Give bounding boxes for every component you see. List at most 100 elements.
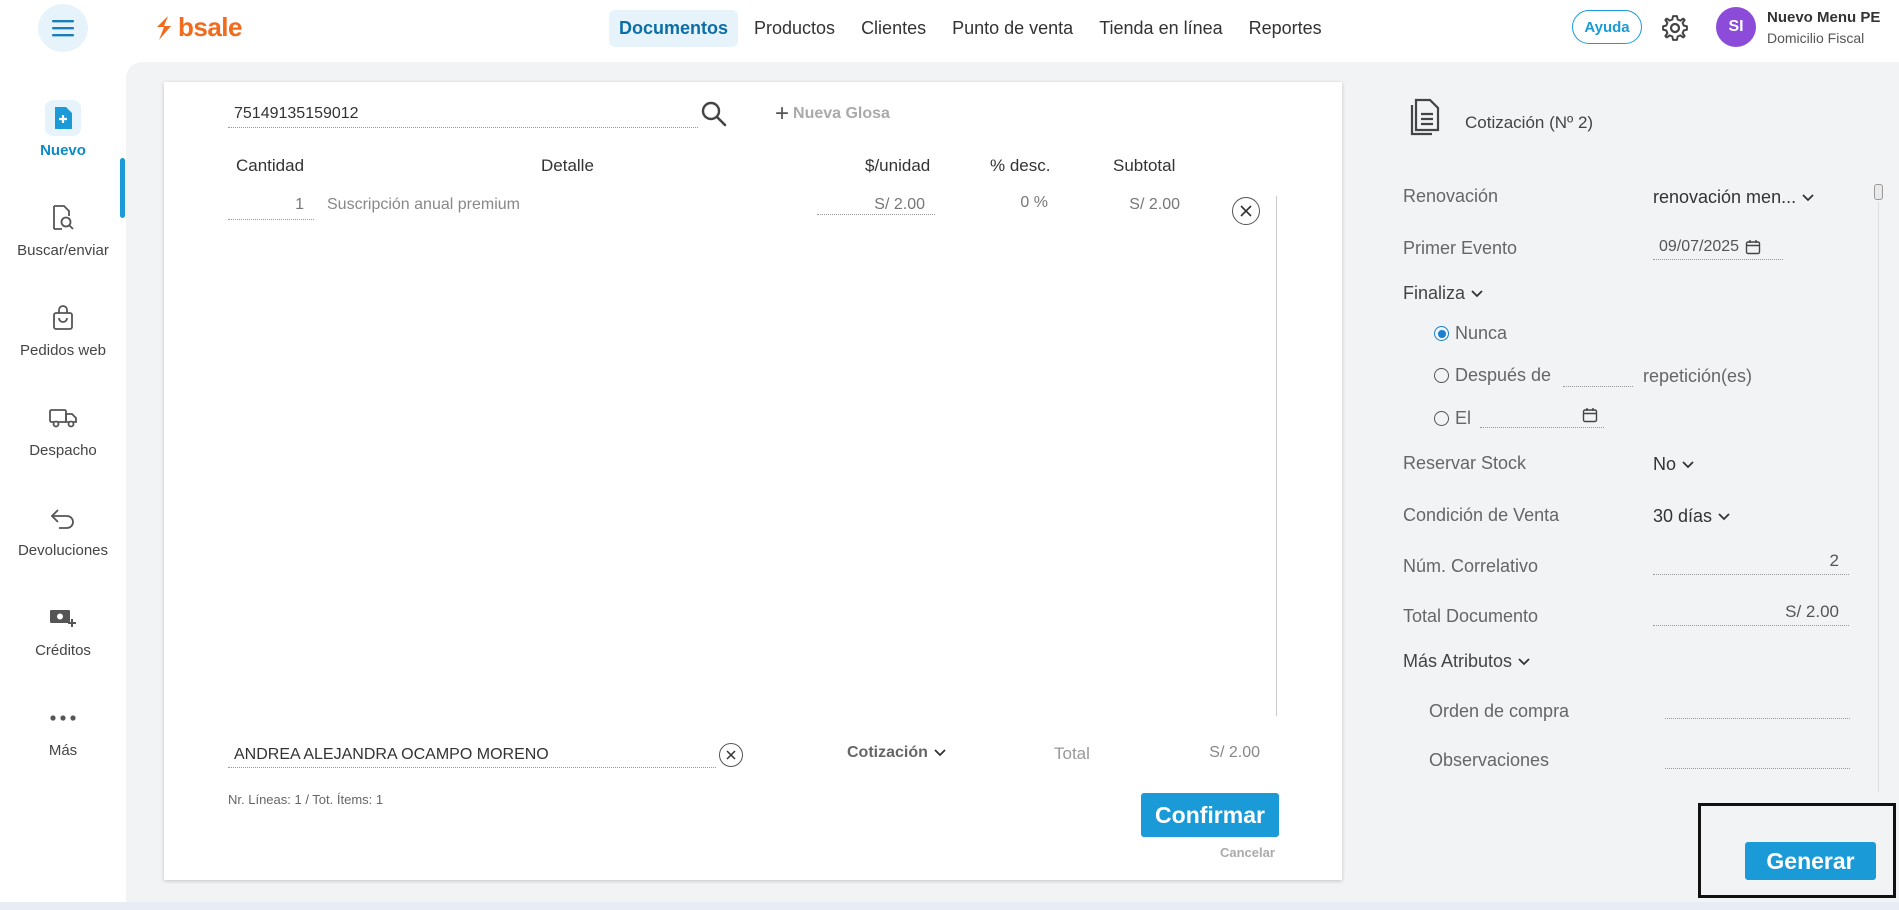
sidebar-item-label: Pedidos web [20, 342, 106, 359]
bottom-strip [0, 902, 1899, 910]
renovacion-value: renovación men... [1653, 187, 1797, 207]
generate-button[interactable]: Generar [1745, 842, 1876, 880]
nav-punto-de-venta[interactable]: Punto de venta [942, 10, 1083, 47]
bsale-logo-icon [157, 15, 171, 40]
truck-icon [45, 400, 81, 436]
close-icon [726, 750, 736, 760]
reservar-stock-label: Reservar Stock [1403, 453, 1527, 473]
remove-row-button[interactable] [1232, 197, 1260, 225]
chevron-down-icon [1718, 512, 1730, 520]
nav-documentos[interactable]: Documentos [609, 10, 739, 47]
user-name[interactable]: Nuevo Menu PE [1767, 9, 1880, 26]
column-header-unit-price: $/unidad [865, 156, 931, 175]
calendar-icon [1745, 239, 1761, 254]
radio-button-checked [1434, 326, 1449, 341]
new-glosa-button[interactable]: + Nueva Glosa [775, 102, 890, 126]
sidebar-item-label: Devoluciones [17, 542, 109, 559]
sidebar-item-label: Buscar/enviar [17, 242, 109, 259]
calendar-icon [1582, 408, 1598, 423]
mas-atributos-toggle[interactable]: Más Atributos [1403, 651, 1530, 672]
cancel-link[interactable]: Cancelar [1220, 845, 1275, 860]
sidebar: Nuevo Buscar/enviar Pedidos web Despacho [0, 56, 126, 910]
chevron-down-icon [1802, 193, 1814, 201]
table-scroll-divider [1276, 196, 1277, 716]
radio-despues-de[interactable]: Después de [1434, 365, 1551, 386]
total-label: Total [1054, 744, 1090, 763]
end-date-input[interactable] [1480, 404, 1604, 428]
sidebar-item-despacho[interactable]: Despacho [0, 400, 126, 459]
primer-evento-date-input[interactable]: 09/07/2025 [1653, 234, 1783, 260]
sidebar-item-devoluciones[interactable]: Devoluciones [0, 500, 126, 559]
shopping-bag-icon [45, 300, 81, 336]
sidebar-item-label: Nuevo [40, 142, 86, 159]
document-type-label: Cotización [847, 744, 928, 761]
primer-evento-label: Primer Evento [1403, 238, 1518, 258]
radio-despues-label: Después de [1455, 365, 1552, 385]
row-discount[interactable]: 0 % [990, 194, 1048, 212]
top-bar: bsale Documentos Productos Clientes Punt… [0, 0, 1899, 56]
bsale-logo[interactable]: bsale [154, 12, 243, 43]
total-value: S/ 2.00 [1209, 744, 1260, 761]
nav-reportes[interactable]: Reportes [1239, 10, 1332, 47]
document-type-select[interactable]: Cotización [847, 744, 946, 762]
clear-client-button[interactable] [719, 743, 743, 767]
radio-el[interactable]: El [1434, 408, 1471, 429]
renovacion-select[interactable]: renovación men... [1653, 187, 1814, 208]
new-glosa-label: Nueva Glosa [793, 105, 890, 122]
avatar[interactable]: SI [1716, 7, 1756, 47]
column-header-qty: Cantidad [236, 156, 305, 175]
reservar-stock-select[interactable]: No [1653, 454, 1694, 475]
condicion-venta-label: Condición de Venta [1403, 505, 1560, 525]
chevron-down-icon [1682, 460, 1694, 468]
product-search-input[interactable] [228, 100, 698, 128]
finaliza-label: Finaliza [1403, 283, 1466, 303]
row-detail[interactable]: Suscripción anual premium [327, 196, 520, 214]
close-icon [1240, 205, 1252, 217]
app-root: bsale Documentos Productos Clientes Punt… [0, 0, 1899, 910]
gear-icon[interactable] [1660, 13, 1690, 43]
column-header-detail: Detalle [541, 156, 594, 175]
total-documento-label: Total Documento [1403, 606, 1539, 626]
sidebar-item-label: Despacho [29, 442, 97, 459]
hamburger-menu-button[interactable] [38, 4, 88, 52]
client-input[interactable] [228, 742, 716, 768]
finaliza-toggle[interactable]: Finaliza [1403, 283, 1483, 304]
row-qty-input[interactable]: 1 [228, 196, 314, 220]
sidebar-item-mas[interactable]: Más [0, 700, 126, 759]
panel-scrollbar-track[interactable] [1878, 202, 1879, 792]
sidebar-item-nuevo[interactable]: Nuevo [0, 100, 126, 159]
orden-compra-label: Orden de compra [1429, 701, 1570, 721]
repetitions-input[interactable] [1563, 363, 1633, 387]
confirm-button[interactable]: Confirmar [1141, 793, 1279, 837]
radio-el-label: El [1455, 408, 1472, 428]
radio-nunca[interactable]: Nunca [1434, 323, 1507, 344]
row-unit-price-input[interactable]: S/ 2.00 [817, 196, 935, 215]
nav-clientes[interactable]: Clientes [851, 10, 936, 47]
column-header-subtotal: Subtotal [1113, 156, 1176, 175]
correlativo-label: Núm. Correlativo [1403, 556, 1539, 576]
mas-atributos-label: Más Atributos [1403, 651, 1513, 671]
search-icon[interactable] [700, 100, 728, 128]
condicion-venta-select[interactable]: 30 días [1653, 506, 1730, 527]
nav-tienda-en-linea[interactable]: Tienda en línea [1089, 10, 1232, 47]
panel-scrollbar-handle[interactable] [1874, 184, 1883, 200]
sidebar-item-pedidos-web[interactable]: Pedidos web [0, 300, 126, 359]
more-dots-icon [45, 700, 81, 736]
plus-icon: + [775, 100, 790, 127]
sidebar-item-buscar-enviar[interactable]: Buscar/enviar [0, 200, 126, 259]
total-documento-value: S/ 2.00 [1653, 602, 1849, 626]
help-button[interactable]: Ayuda [1572, 10, 1642, 44]
cash-plus-icon [45, 600, 81, 636]
sidebar-item-creditos[interactable]: Créditos [0, 600, 126, 659]
sidebar-item-label: Más [48, 742, 78, 759]
chevron-down-icon [1518, 657, 1530, 665]
correlativo-input[interactable]: 2 [1653, 551, 1849, 575]
orden-compra-input[interactable] [1665, 695, 1850, 719]
radio-button [1434, 411, 1449, 426]
observaciones-input[interactable] [1665, 745, 1850, 769]
observaciones-label: Observaciones [1429, 750, 1550, 770]
primer-evento-value: 09/07/2025 [1659, 237, 1740, 255]
nav-productos[interactable]: Productos [744, 10, 845, 47]
radio-button [1434, 368, 1449, 383]
document-plus-icon [45, 100, 81, 136]
